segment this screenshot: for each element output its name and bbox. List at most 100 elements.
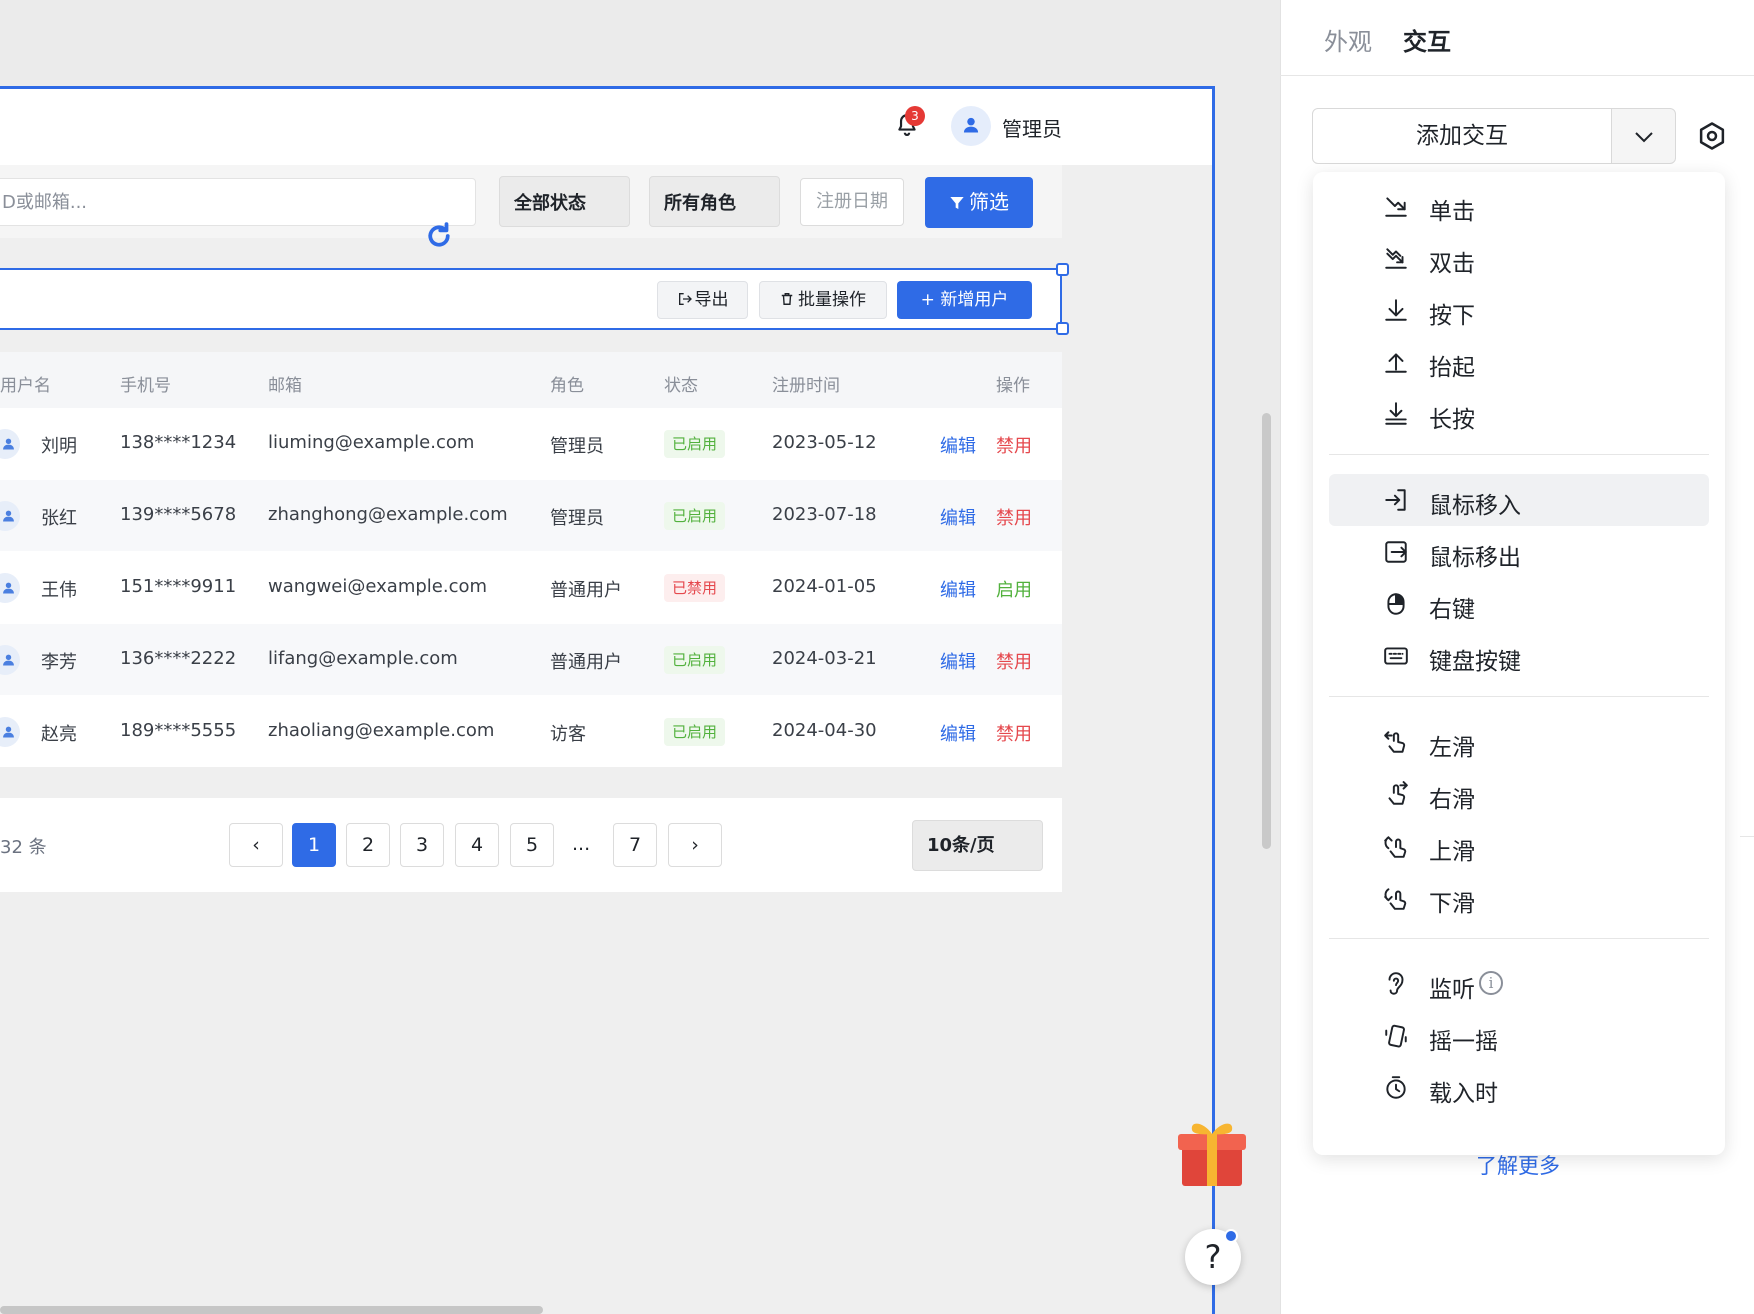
date-field[interactable]: 注册日期 bbox=[800, 178, 904, 226]
menu-item[interactable]: 抬起 bbox=[1329, 336, 1709, 388]
horizontal-scrollbar[interactable] bbox=[0, 1306, 543, 1314]
menu-item[interactable]: 长按 bbox=[1329, 388, 1709, 440]
disable-link[interactable]: 禁用 bbox=[996, 648, 1032, 674]
press-down-icon bbox=[1385, 299, 1407, 321]
col-username: 用户名 bbox=[0, 376, 51, 396]
info-icon[interactable]: i bbox=[1479, 971, 1503, 995]
admin-avatar[interactable] bbox=[951, 106, 991, 146]
menu-item[interactable]: 右键 bbox=[1329, 578, 1709, 630]
menu-item[interactable]: 双击 bbox=[1329, 232, 1709, 284]
menu-item-label: 抬起 bbox=[1429, 355, 1475, 381]
cell-registered: 2024-01-05 bbox=[772, 576, 877, 597]
menu-item[interactable]: 载入时 bbox=[1329, 1062, 1709, 1114]
disable-link[interactable]: 禁用 bbox=[996, 432, 1032, 458]
edit-link[interactable]: 编辑 bbox=[940, 432, 976, 458]
status-badge: 已启用 bbox=[664, 430, 726, 458]
page-button[interactable]: 2 bbox=[346, 823, 390, 867]
menu-item-label: 摇一摇 bbox=[1429, 1029, 1498, 1055]
menu-item-label: 监听 bbox=[1429, 977, 1475, 1003]
resize-handle-top-right[interactable] bbox=[1056, 263, 1069, 276]
page-button[interactable]: 7 bbox=[613, 823, 657, 867]
cell-role: 访客 bbox=[550, 724, 586, 745]
filter-icon bbox=[950, 197, 964, 209]
edit-link[interactable]: 编辑 bbox=[940, 576, 976, 602]
menu-item[interactable]: 键盘按键 bbox=[1329, 630, 1709, 682]
col-role: 角色 bbox=[550, 376, 584, 396]
cell-email: zhanghong@example.com bbox=[268, 504, 508, 525]
listen-icon bbox=[1388, 972, 1404, 995]
total-count: 32 条 bbox=[0, 837, 47, 858]
menu-item-label: 键盘按键 bbox=[1429, 649, 1521, 675]
edit-link[interactable]: 编辑 bbox=[940, 720, 976, 746]
edit-link[interactable]: 编辑 bbox=[940, 504, 976, 530]
gift-icon[interactable] bbox=[1176, 1112, 1248, 1188]
mouse-enter-icon bbox=[1385, 489, 1406, 511]
prev-page-button[interactable]: ‹ bbox=[229, 823, 283, 867]
bulk-action-button[interactable]: 批量操作 bbox=[759, 281, 887, 319]
status-badge: 已启用 bbox=[664, 646, 726, 674]
menu-item[interactable]: 左滑 bbox=[1329, 716, 1709, 768]
menu-item-label: 右键 bbox=[1429, 597, 1475, 623]
user-icon bbox=[3, 654, 14, 666]
help-notification-dot bbox=[1224, 1229, 1238, 1243]
cell-phone: 138****1234 bbox=[120, 432, 237, 453]
swipe-down-icon bbox=[1384, 888, 1407, 910]
menu-item[interactable]: 监听 bbox=[1329, 958, 1709, 1010]
add-interaction-button[interactable]: 添加交互 bbox=[1312, 108, 1612, 164]
cell-registered: 2024-04-30 bbox=[772, 720, 877, 741]
admin-name[interactable]: 管理员 bbox=[1002, 113, 1062, 142]
double-click-icon bbox=[1385, 248, 1407, 269]
cell-registered: 2023-07-18 bbox=[772, 504, 877, 525]
add-interaction-dropdown[interactable] bbox=[1611, 108, 1676, 164]
col-registered: 注册时间 bbox=[772, 376, 840, 396]
refresh-icon[interactable] bbox=[424, 221, 454, 251]
search-input[interactable]: D或邮箱... bbox=[0, 178, 476, 226]
menu-item-label: 双击 bbox=[1429, 251, 1475, 277]
menu-item[interactable]: 按下 bbox=[1329, 284, 1709, 336]
menu-item-label: 载入时 bbox=[1429, 1081, 1498, 1107]
tab-interaction[interactable]: 交互 bbox=[1403, 22, 1451, 57]
panel-divider bbox=[1280, 75, 1754, 76]
role-select[interactable]: 所有角色 bbox=[649, 176, 780, 227]
cell-email: zhaoliang@example.com bbox=[268, 720, 495, 741]
menu-divider bbox=[1329, 696, 1709, 697]
cell-phone: 139****5678 bbox=[120, 504, 237, 525]
page-size-select[interactable]: 10条/页 bbox=[912, 820, 1043, 871]
menu-item[interactable]: 单击 bbox=[1329, 180, 1709, 232]
add-user-button[interactable]: + 新增用户 bbox=[897, 281, 1032, 319]
disable-link[interactable]: 禁用 bbox=[996, 720, 1032, 746]
long-press-icon bbox=[1385, 402, 1407, 425]
user-icon bbox=[963, 117, 979, 133]
next-page-button[interactable]: › bbox=[668, 823, 722, 867]
export-button[interactable]: 导出 bbox=[657, 281, 748, 319]
resize-handle-bottom-right[interactable] bbox=[1056, 322, 1069, 335]
cell-email: lifang@example.com bbox=[268, 648, 458, 669]
cell-phone: 136****2222 bbox=[120, 648, 237, 669]
menu-item-label: 按下 bbox=[1429, 303, 1475, 329]
page-button[interactable]: 5 bbox=[510, 823, 554, 867]
menu-item[interactable]: 上滑 bbox=[1329, 820, 1709, 872]
cell-username: 李芳 bbox=[41, 652, 77, 673]
page-button[interactable]: 4 bbox=[455, 823, 499, 867]
page-button[interactable]: 1 bbox=[292, 823, 336, 867]
cell-role: 管理员 bbox=[550, 508, 604, 529]
disable-link[interactable]: 禁用 bbox=[996, 504, 1032, 530]
menu-item-label: 右滑 bbox=[1429, 787, 1475, 813]
menu-item[interactable]: 鼠标移入 bbox=[1329, 474, 1709, 526]
menu-item[interactable]: 鼠标移出 bbox=[1329, 526, 1709, 578]
page-button[interactable]: 3 bbox=[400, 823, 444, 867]
cell-email: wangwei@example.com bbox=[268, 576, 488, 597]
edit-link[interactable]: 编辑 bbox=[940, 648, 976, 674]
menu-item[interactable]: 下滑 bbox=[1329, 872, 1709, 924]
menu-item-label: 上滑 bbox=[1429, 839, 1475, 865]
vertical-scrollbar[interactable] bbox=[1262, 413, 1271, 849]
status-select[interactable]: 全部状态 bbox=[499, 176, 630, 227]
swipe-up-icon bbox=[1384, 836, 1407, 858]
enable-link[interactable]: 启用 bbox=[996, 576, 1032, 602]
tab-appearance[interactable]: 外观 bbox=[1324, 22, 1372, 57]
settings-icon[interactable] bbox=[1697, 121, 1727, 151]
menu-item[interactable]: 右滑 bbox=[1329, 768, 1709, 820]
menu-item[interactable]: 摇一摇 bbox=[1329, 1010, 1709, 1062]
filter-button[interactable]: 筛选 bbox=[925, 177, 1033, 228]
menu-item-label: 鼠标移入 bbox=[1429, 493, 1521, 519]
